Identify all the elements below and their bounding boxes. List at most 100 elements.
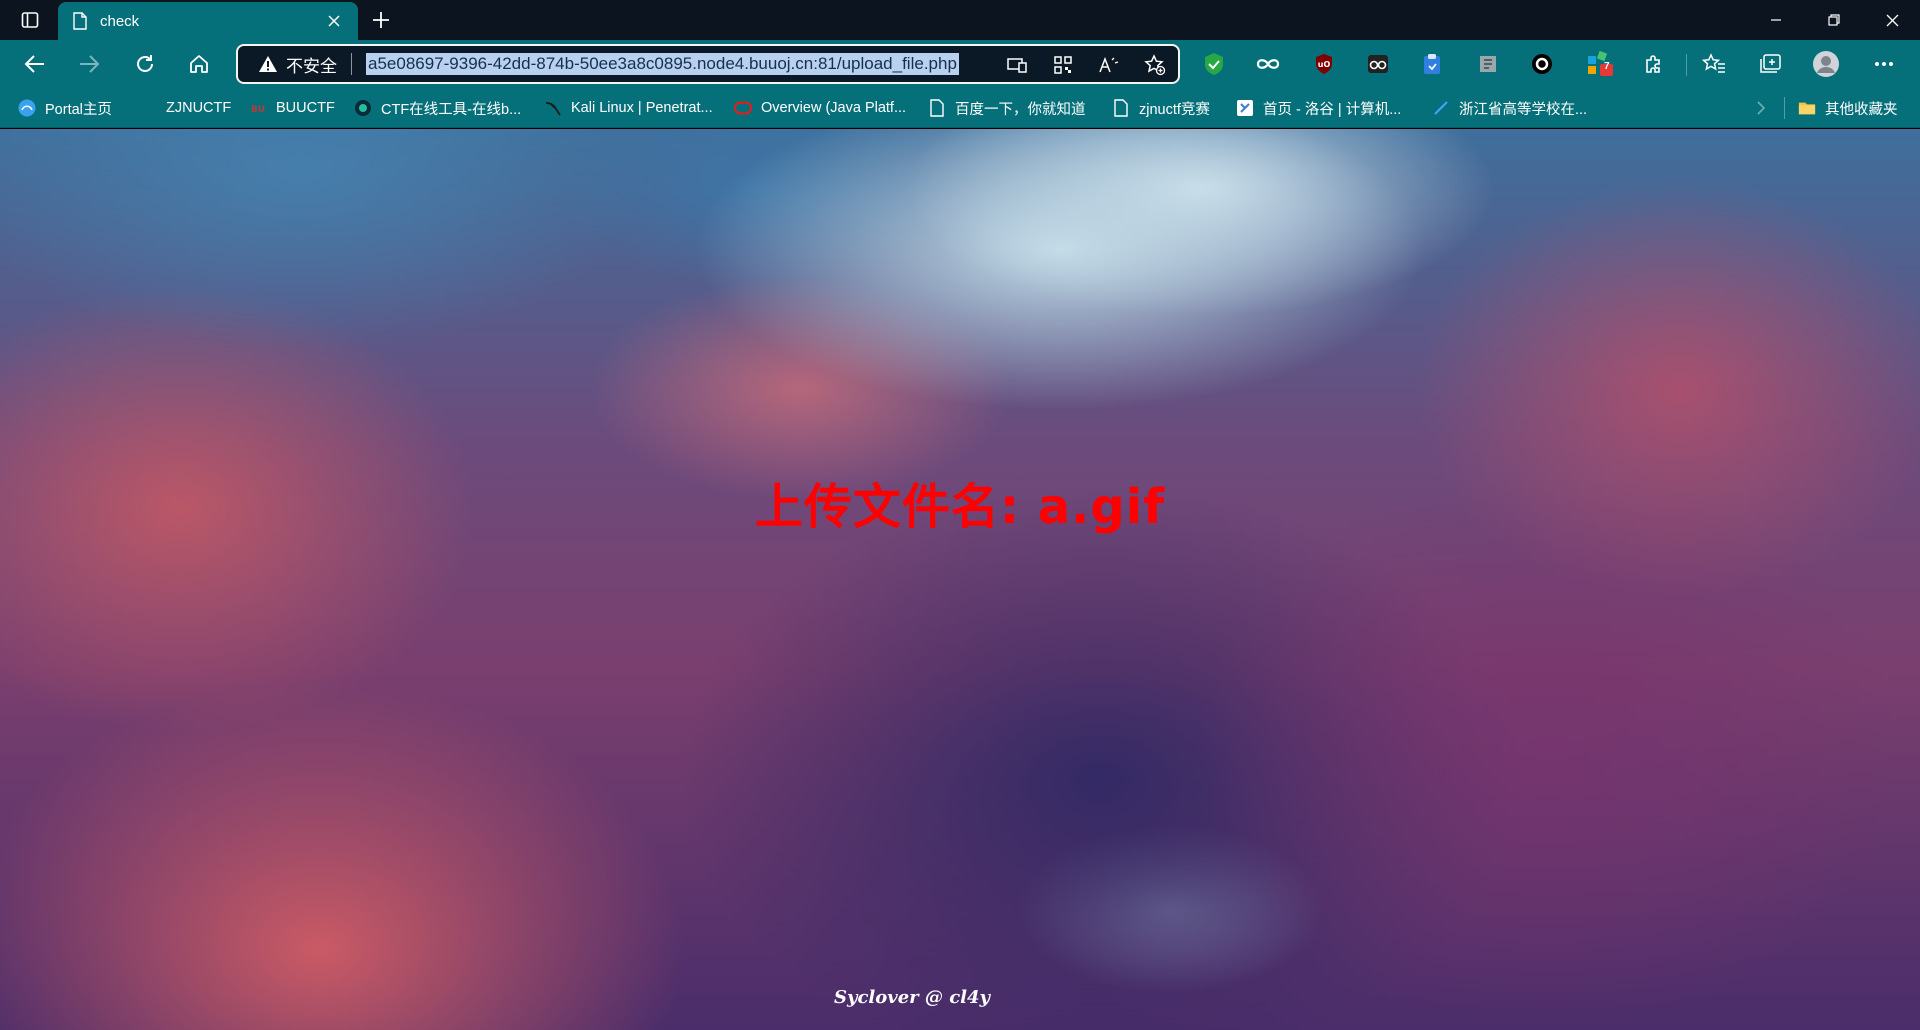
bookmark-zjnuctf-contest[interactable]: zjnuctf竞赛 xyxy=(1112,96,1210,120)
close-icon xyxy=(328,15,340,27)
toolbar-separator xyxy=(1686,54,1687,76)
bookmarks-overflow-button[interactable] xyxy=(1756,96,1766,120)
bookmark-baidu[interactable]: 百度一下，你就知道 xyxy=(928,96,1086,120)
bookmarks-bar: Portal主页 ZJNUCTF BU BUUCTF CTF在线工具-在线b..… xyxy=(0,88,1920,128)
minimize-icon xyxy=(1771,19,1781,21)
bookmark-label: 浙江省高等学校在... xyxy=(1459,101,1588,118)
bookmarks-separator xyxy=(1784,97,1785,119)
collections-icon xyxy=(1760,54,1781,73)
extensions-button[interactable] xyxy=(1640,50,1668,78)
page-icon xyxy=(1112,99,1130,117)
page-icon xyxy=(73,12,87,30)
close-icon xyxy=(1886,14,1898,26)
close-window-button[interactable] xyxy=(1864,0,1920,40)
bookmark-luogu[interactable]: 首页 - 洛谷 | 计算机... xyxy=(1236,96,1401,120)
svg-text:BU: BU xyxy=(251,105,265,114)
ublock-icon: uO xyxy=(1316,54,1332,74)
bookmark-buuctf[interactable]: BU BUUCTF xyxy=(249,96,335,120)
bookmark-label: Kali Linux | Penetrat... xyxy=(571,100,713,116)
bookmark-ctf-tools[interactable]: CTF在线工具-在线b... xyxy=(354,96,521,120)
bookmark-label: Overview (Java Platf... xyxy=(761,100,907,116)
reader-icon xyxy=(1480,56,1496,72)
bookmark-label: zjnuctf竞赛 xyxy=(1139,101,1210,118)
warning-icon xyxy=(259,56,277,72)
bookmark-zjnuctf[interactable]: ZJNUCTF xyxy=(166,96,231,120)
extension-badge-count: 7 xyxy=(1604,61,1610,72)
extension-glasses[interactable] xyxy=(1364,50,1392,78)
zj-icon xyxy=(1432,99,1450,117)
app-install-icon xyxy=(1007,58,1027,73)
restore-icon xyxy=(1828,14,1840,26)
record-icon xyxy=(1532,54,1552,74)
puzzle-icon xyxy=(1646,55,1660,73)
extension-reader[interactable] xyxy=(1474,50,1502,78)
tab-check[interactable]: check xyxy=(58,2,358,40)
arrow-left-icon xyxy=(24,55,44,73)
extension-badge[interactable]: 7 xyxy=(1586,50,1614,78)
extension-ublock[interactable]: uO xyxy=(1310,50,1338,78)
refresh-icon xyxy=(137,55,153,72)
refresh-button[interactable] xyxy=(126,46,164,82)
bookmark-java-overview[interactable]: Overview (Java Platf... xyxy=(734,96,906,120)
url-input[interactable]: a5e08697-9396-42dd-874b-50ee3a8c0895.nod… xyxy=(366,53,959,75)
avatar-icon xyxy=(1813,51,1839,77)
bookmark-label: 其他收藏夹 xyxy=(1825,101,1898,118)
svg-text:uO: uO xyxy=(1318,60,1331,69)
portal-icon xyxy=(18,99,36,117)
bookmark-label: ZJNUCTF xyxy=(166,100,232,116)
upload-filename-message: 上传文件名: a.gif xyxy=(754,479,1166,535)
navigation-toolbar: 不安全 a5e08697-9396-42dd-874b-50ee3a8c0895… xyxy=(0,40,1920,88)
extension-clipboard[interactable] xyxy=(1418,50,1446,78)
minimize-button[interactable] xyxy=(1748,0,1804,40)
star-add-icon xyxy=(1144,54,1166,76)
bookmark-label: 首页 - 洛谷 | 计算机... xyxy=(1263,101,1402,118)
kali-icon xyxy=(544,99,562,117)
bookmark-other-folder[interactable]: 其他收藏夹 xyxy=(1798,96,1898,120)
more-icon xyxy=(1875,62,1893,66)
read-aloud-button[interactable] xyxy=(1096,54,1122,76)
home-button[interactable] xyxy=(180,46,218,82)
bookmark-label: BUUCTF xyxy=(276,100,335,116)
back-button[interactable] xyxy=(16,46,54,82)
new-tab-button[interactable] xyxy=(366,6,396,34)
luogu-icon xyxy=(1236,99,1254,117)
read-aloud-icon xyxy=(1099,56,1119,73)
home-icon xyxy=(190,55,208,73)
qr-code-icon xyxy=(1054,56,1072,74)
forward-button[interactable] xyxy=(70,46,108,82)
arrow-right-icon xyxy=(80,55,100,73)
profile-button[interactable] xyxy=(1812,50,1840,78)
extension-shield[interactable] xyxy=(1200,50,1228,78)
page-icon xyxy=(928,99,946,117)
app-available-button[interactable] xyxy=(1004,54,1030,76)
restore-button[interactable] xyxy=(1806,0,1862,40)
tab-title: check xyxy=(100,12,140,30)
bookmark-label: Portal主页 xyxy=(45,101,112,118)
oracle-icon xyxy=(734,99,752,117)
bookmark-zhejiang[interactable]: 浙江省高等学校在... xyxy=(1432,96,1587,120)
security-indicator[interactable]: 不安全 xyxy=(238,46,337,82)
extension-infinity[interactable] xyxy=(1254,50,1282,78)
tab-close-button[interactable] xyxy=(324,11,344,31)
tab-actions-button[interactable] xyxy=(10,5,50,35)
qr-code-button[interactable] xyxy=(1050,54,1076,76)
collections-button[interactable] xyxy=(1756,50,1784,78)
add-favorite-button[interactable] xyxy=(1142,54,1168,76)
favorites-button[interactable] xyxy=(1700,50,1728,78)
extension-circle[interactable] xyxy=(1528,50,1556,78)
address-divider xyxy=(351,53,352,75)
bookmark-label: CTF在线工具-在线b... xyxy=(381,101,522,118)
settings-menu-button[interactable] xyxy=(1870,50,1898,78)
bookmark-portal[interactable]: Portal主页 xyxy=(18,96,112,120)
favorites-icon xyxy=(1702,53,1725,73)
footer-credit: Syclover @ cl4y xyxy=(834,987,990,1008)
bookmark-label: 百度一下，你就知道 xyxy=(955,101,1086,118)
tab-actions-icon xyxy=(21,12,39,28)
buuctf-icon: BU xyxy=(249,99,267,117)
bookmark-kali[interactable]: Kali Linux | Penetrat... xyxy=(544,96,713,120)
chevron-right-icon xyxy=(1757,101,1766,115)
address-bar[interactable]: 不安全 a5e08697-9396-42dd-874b-50ee3a8c0895… xyxy=(236,44,1180,84)
ctf-tools-icon xyxy=(354,99,372,117)
plus-icon xyxy=(373,12,389,28)
page-background: 上传文件名: a.gif Syclover @ cl4y xyxy=(0,129,1920,1030)
